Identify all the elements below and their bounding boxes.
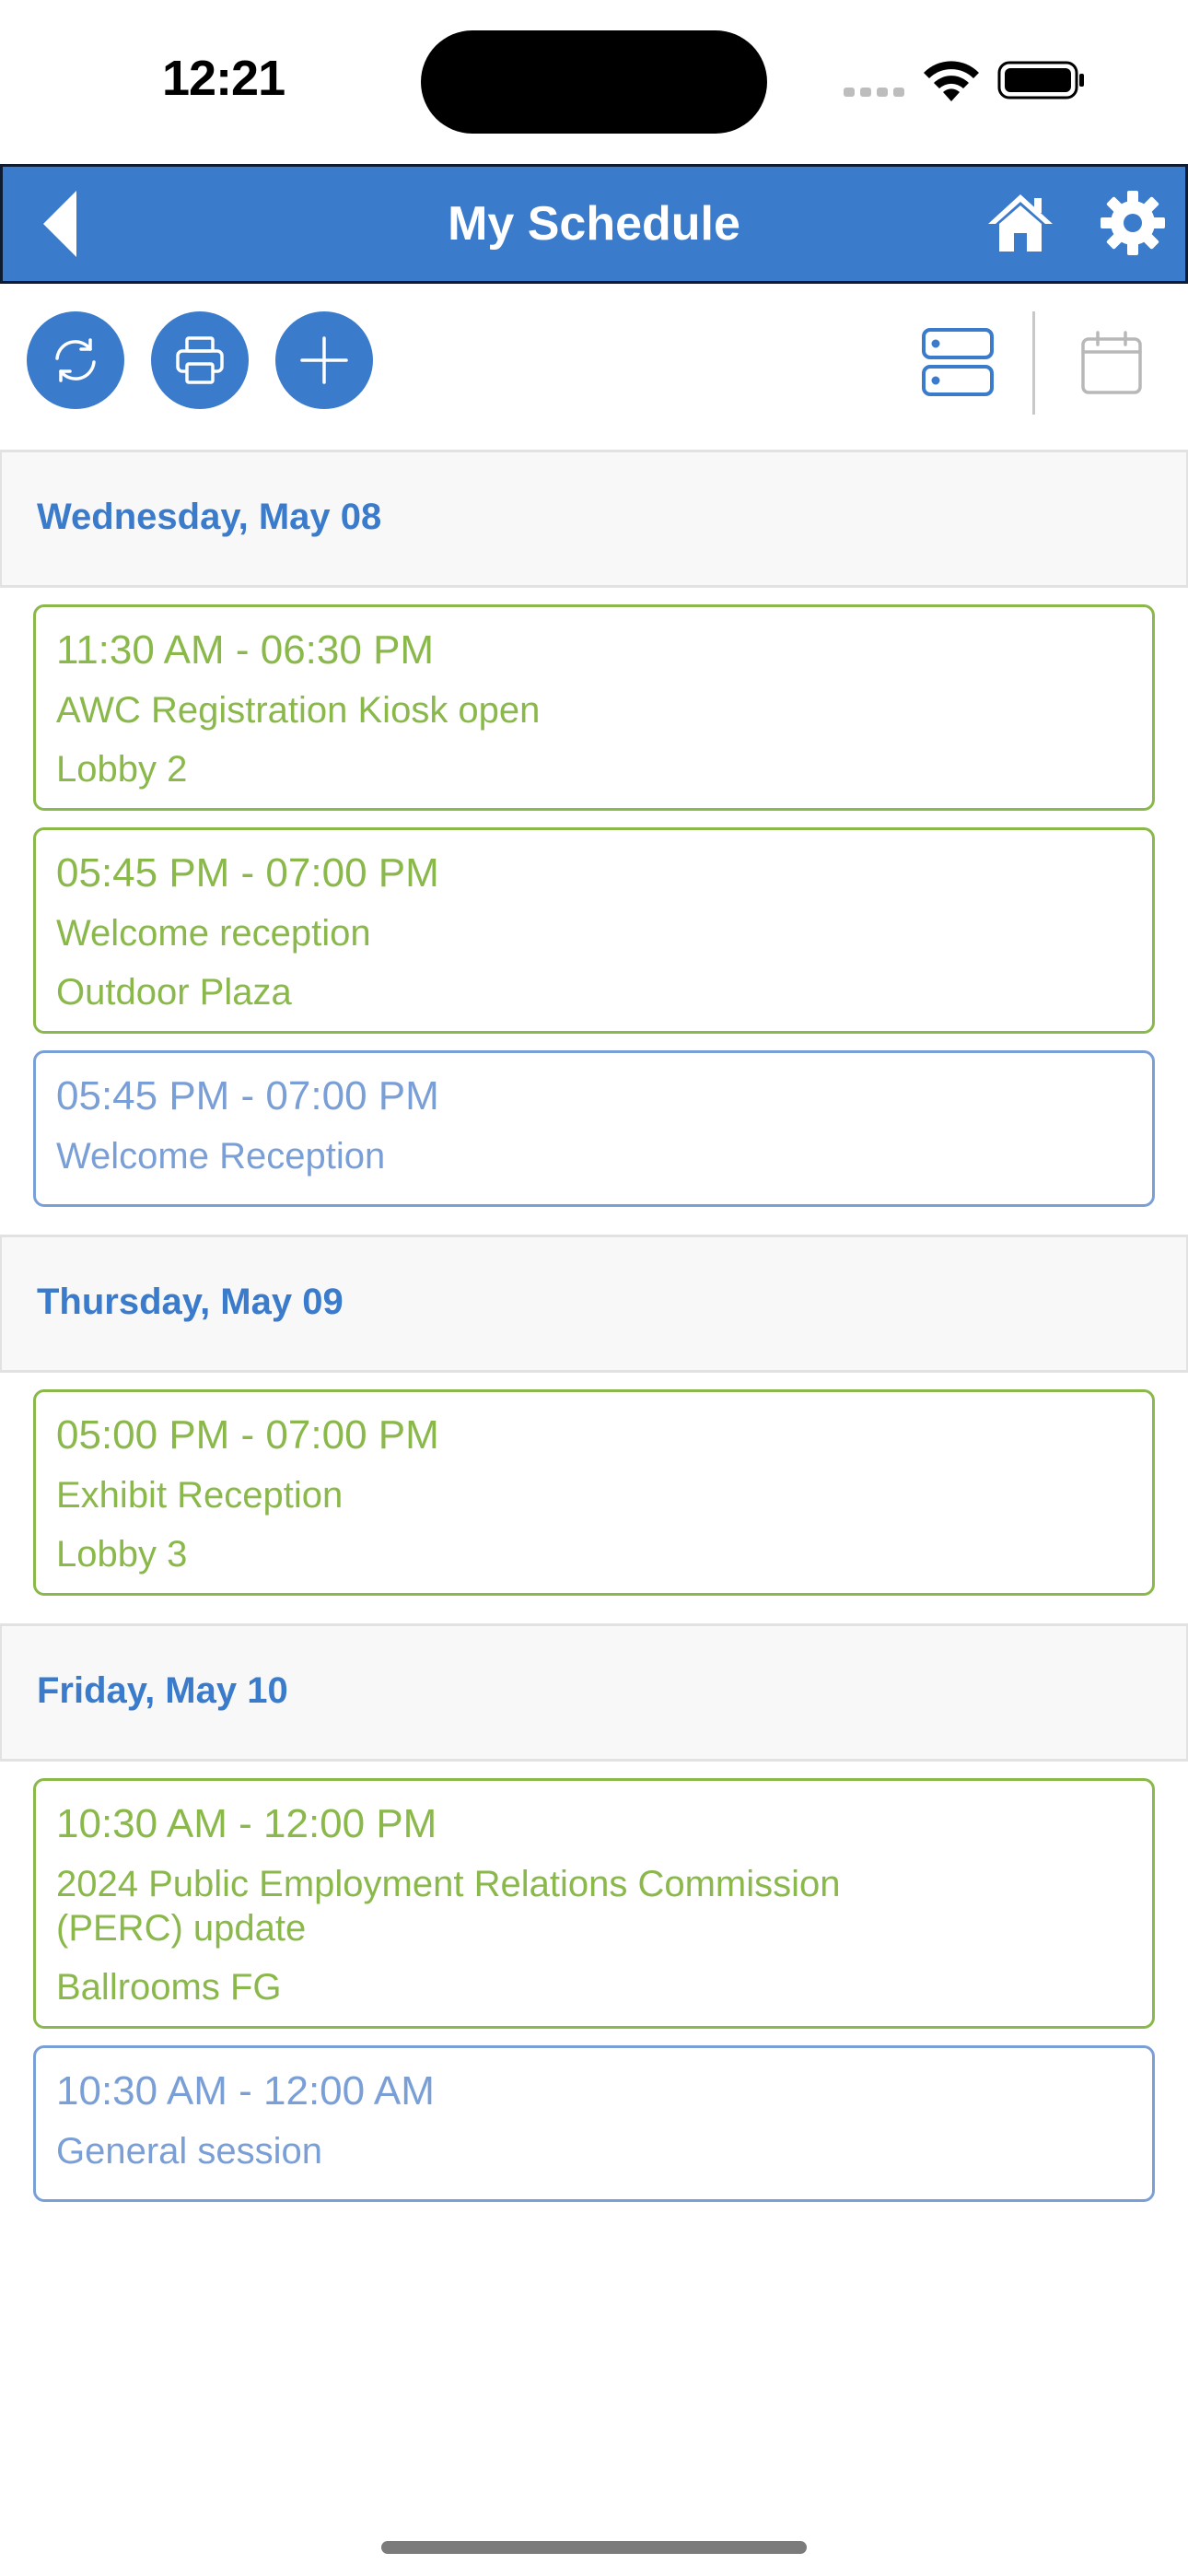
event-time: 10:30 AM - 12:00 PM: [56, 1801, 437, 1846]
event-title: 2024 Public Employment Relations Commiss…: [56, 1864, 841, 1949]
day-gap: [0, 1596, 1188, 1623]
event-title: AWC Registration Kiosk open: [56, 690, 541, 731]
day-gap: [0, 1207, 1188, 1235]
list-view-button[interactable]: [921, 326, 995, 398]
dynamic-island: [421, 30, 767, 134]
status-bar: 12:21: [0, 0, 1188, 164]
event-card[interactable]: 10:30 AM - 12:00 PM 2024 Public Employmen…: [33, 1778, 1155, 2029]
settings-button[interactable]: [1099, 189, 1167, 257]
print-button[interactable]: [151, 311, 249, 409]
event-time: 05:00 PM - 07:00 PM: [56, 1412, 439, 1458]
home-button[interactable]: [986, 191, 1054, 255]
event-location: Outdoor Plaza: [56, 972, 292, 1013]
toolbar: [0, 284, 1188, 450]
event-card[interactable]: 11:30 AM - 06:30 PM AWC Registration Kios…: [33, 604, 1155, 811]
day-header: Thursday, May 09: [0, 1235, 1188, 1373]
event-card[interactable]: 05:45 PM - 07:00 PM Welcome reception Outd…: [33, 827, 1155, 1034]
event-title: Exhibit Reception: [56, 1475, 344, 1516]
gear-icon: [1101, 191, 1165, 255]
wifi-icon: [924, 61, 979, 101]
cellular-signal-icon: [844, 88, 904, 97]
event-location: Lobby 3: [56, 1534, 188, 1575]
calendar-view-button[interactable]: [1079, 330, 1144, 396]
event-time: 05:45 PM - 07:00 PM: [56, 850, 439, 896]
back-button[interactable]: [38, 187, 84, 261]
day-label: Wednesday, May 08: [37, 497, 382, 537]
event-title: General session: [56, 2131, 323, 2172]
schedule-list: Wednesday, May 08 11:30 AM - 06:30 PM AWC …: [0, 450, 1188, 2202]
home-indicator[interactable]: [381, 2541, 807, 2554]
event-location: Ballrooms FG: [56, 1967, 282, 2008]
add-button[interactable]: [275, 311, 373, 409]
day-label: Thursday, May 09: [37, 1282, 344, 1322]
event-time: 11:30 AM - 06:30 PM: [56, 627, 435, 673]
home-icon: [988, 194, 1053, 252]
event-card[interactable]: 10:30 AM - 12:00 AM General session: [33, 2045, 1155, 2202]
event-card[interactable]: 05:00 PM - 07:00 PM Exhibit Reception Lobb…: [33, 1389, 1155, 1596]
day-label: Friday, May 10: [37, 1670, 288, 1711]
calendar-icon: [1081, 331, 1142, 394]
back-arrow-icon: [43, 191, 76, 257]
event-time: 10:30 AM - 12:00 AM: [56, 2068, 435, 2113]
day-header: Wednesday, May 08: [0, 450, 1188, 588]
plus-icon: [300, 336, 348, 384]
event-title: Welcome reception: [56, 913, 371, 954]
event-title: Welcome Reception: [56, 1136, 386, 1177]
battery-icon: [997, 61, 1084, 100]
toolbar-divider: [1032, 311, 1035, 415]
event-card[interactable]: 05:45 PM - 07:00 PM Welcome Reception: [33, 1050, 1155, 1207]
nav-bar: My Schedule: [0, 164, 1188, 284]
day-header: Friday, May 10: [0, 1623, 1188, 1762]
refresh-button[interactable]: [27, 311, 124, 409]
event-location: Lobby 2: [56, 749, 188, 790]
status-time: 12:21: [162, 51, 285, 106]
print-icon: [176, 336, 224, 384]
refresh-icon: [55, 338, 96, 382]
event-time: 05:45 PM - 07:00 PM: [56, 1073, 439, 1118]
list-view-icon: [922, 328, 994, 396]
